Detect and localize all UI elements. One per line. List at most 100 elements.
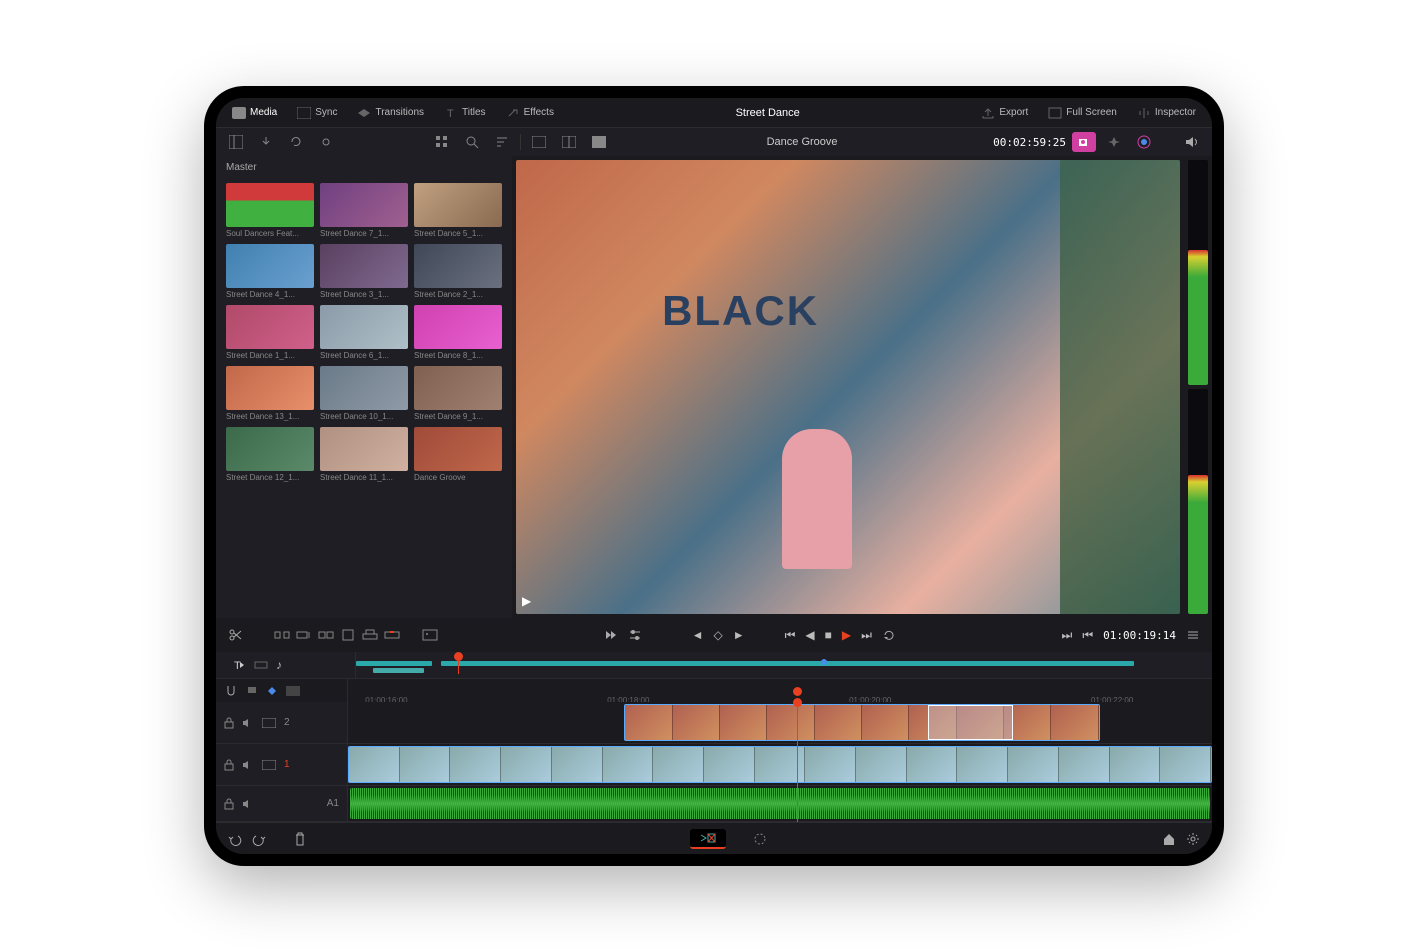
viewer-mode2-icon[interactable] (557, 132, 581, 152)
preview-viewport[interactable]: ▶ (516, 160, 1180, 614)
folder-label[interactable]: Master (216, 156, 512, 179)
import-icon[interactable] (254, 132, 278, 152)
sort-icon[interactable] (490, 132, 514, 152)
play-indicator-icon[interactable]: ▶ (522, 594, 531, 608)
closeup-icon[interactable] (340, 628, 356, 642)
clip-thumbnail[interactable]: Street Dance 4_1... (226, 244, 314, 299)
loop-icon[interactable] (882, 628, 896, 642)
transition-handle[interactable] (928, 705, 1013, 740)
sync-tab[interactable]: Sync (289, 103, 345, 123)
clip-thumbnail[interactable]: Street Dance 13_1... (226, 366, 314, 421)
clip-thumbnails: Soul Dancers Feat... Street Dance 7_1... S… (216, 179, 512, 486)
jump-next-icon[interactable]: ⏭ (1062, 628, 1073, 643)
fullscreen-button[interactable]: Full Screen (1040, 103, 1125, 123)
clip-thumbnail[interactable]: Street Dance 9_1... (414, 366, 502, 421)
clip-thumbnail[interactable]: Soul Dancers Feat... (226, 183, 314, 238)
video-toggle-icon[interactable] (262, 718, 276, 728)
fast-play-icon[interactable] (604, 628, 618, 642)
media-tab[interactable]: Media (224, 103, 285, 123)
ripple-icon[interactable] (318, 628, 334, 642)
video-clip[interactable] (348, 746, 1212, 783)
viewer-mode3-icon[interactable] (587, 132, 611, 152)
clip-thumbnail[interactable]: Street Dance 1_1... (226, 305, 314, 360)
search-icon[interactable] (460, 132, 484, 152)
prev-marker-icon[interactable]: ◄ (692, 628, 704, 642)
timeline-overview[interactable]: T ♪ (216, 652, 1212, 678)
sliders-icon[interactable] (628, 628, 642, 642)
snap-icon[interactable] (224, 684, 238, 698)
music-note-icon[interactable]: ♪ (276, 658, 282, 672)
clip-thumbnail[interactable]: Street Dance 6_1... (320, 305, 408, 360)
secondary-toolbar: Dance Groove 00:02:59:25 (216, 128, 1212, 156)
thumbnail-grid-icon[interactable] (430, 132, 454, 152)
picture-icon[interactable] (422, 628, 438, 642)
redo-icon[interactable] (252, 832, 266, 846)
refresh-icon[interactable] (284, 132, 308, 152)
audio-clip[interactable] (350, 788, 1210, 819)
next-marker-icon[interactable]: ► (733, 628, 745, 642)
clip-thumbnail[interactable]: Street Dance 2_1... (414, 244, 502, 299)
flag-icon[interactable] (246, 685, 258, 697)
audio-meter-left (1188, 160, 1208, 385)
clip-thumbnail[interactable]: Street Dance 10_1... (320, 366, 408, 421)
effects-icon[interactable] (1102, 132, 1126, 152)
marker-dot-icon[interactable]: ◇ (713, 628, 722, 642)
video-toggle-icon[interactable] (262, 760, 276, 770)
marker-tool-icon[interactable] (266, 685, 278, 697)
clip-color-icon[interactable] (286, 686, 300, 696)
clip-thumbnail[interactable]: Street Dance 3_1... (320, 244, 408, 299)
go-start-icon[interactable]: ⏮ (785, 628, 796, 643)
step-back-icon[interactable]: ◀ (805, 628, 814, 642)
append-icon[interactable] (296, 628, 312, 642)
clip-thumbnail[interactable]: Street Dance 5_1... (414, 183, 502, 238)
smart-insert-icon[interactable] (274, 628, 290, 642)
speaker-icon[interactable] (1180, 132, 1204, 152)
play-icon[interactable]: ▶ (842, 628, 851, 642)
camera-icon[interactable] (1072, 132, 1096, 152)
inspector-button[interactable]: Inspector (1129, 103, 1204, 123)
scissors-icon[interactable] (228, 628, 242, 642)
cut-page-icon[interactable] (690, 829, 726, 849)
viewer-panel: ▶ (512, 156, 1184, 618)
clip-timecode[interactable]: 00:02:59:25 (993, 136, 1066, 149)
viewer-mode1-icon[interactable] (527, 132, 551, 152)
panel-layout-icon[interactable] (224, 132, 248, 152)
audio-toggle-icon[interactable] (242, 718, 254, 728)
video-clip[interactable] (624, 704, 1099, 741)
audio-toggle-icon[interactable] (242, 760, 254, 770)
timeline-mode-icon[interactable]: T (232, 658, 246, 672)
track-v1[interactable]: 1 (216, 744, 1212, 786)
lock-icon[interactable] (224, 759, 234, 771)
timeline-timecode[interactable]: 01:00:19:14 (1103, 629, 1176, 642)
link-icon[interactable] (314, 132, 338, 152)
home-icon[interactable] (1162, 832, 1176, 846)
clip-label: Street Dance 7_1... (320, 229, 408, 238)
go-end-icon[interactable]: ⏭ (861, 628, 872, 643)
clip-thumbnail[interactable]: Street Dance 7_1... (320, 183, 408, 238)
clip-thumbnail[interactable]: Street Dance 11_1... (320, 427, 408, 482)
source-overwrite-icon[interactable] (384, 628, 400, 642)
settings-icon[interactable] (1186, 832, 1200, 846)
clip-thumbnail[interactable]: Street Dance 8_1... (414, 305, 502, 360)
undo-icon[interactable] (228, 832, 242, 846)
track-v2[interactable]: 2 (216, 702, 1212, 744)
lock-icon[interactable] (224, 717, 234, 729)
trash-icon[interactable] (294, 832, 306, 846)
clip-thumbnail[interactable]: Street Dance 12_1... (226, 427, 314, 482)
clip-thumbnail[interactable]: Dance Groove (414, 427, 502, 482)
place-on-top-icon[interactable] (362, 628, 378, 642)
hamburger-icon[interactable] (1186, 628, 1200, 642)
transitions-tab[interactable]: Transitions (349, 103, 432, 123)
titles-tab[interactable]: TTitles (436, 103, 494, 123)
stop-icon[interactable]: ■ (825, 628, 832, 642)
timeline-ruler[interactable]: 01:00:16:0001:00:18:0001:00:20:0001:00:2… (216, 678, 1212, 702)
range-icon[interactable] (254, 660, 268, 670)
audio-toggle-icon[interactable] (242, 799, 254, 809)
effects-tab[interactable]: Effects (498, 103, 562, 123)
jump-prev-icon[interactable]: ⏮ (1082, 628, 1093, 643)
lock-icon[interactable] (224, 798, 234, 810)
export-button[interactable]: Export (973, 103, 1036, 123)
track-a1[interactable]: A1 (216, 786, 1212, 822)
loading-icon[interactable] (742, 829, 778, 849)
color-wheel-icon[interactable] (1132, 132, 1156, 152)
